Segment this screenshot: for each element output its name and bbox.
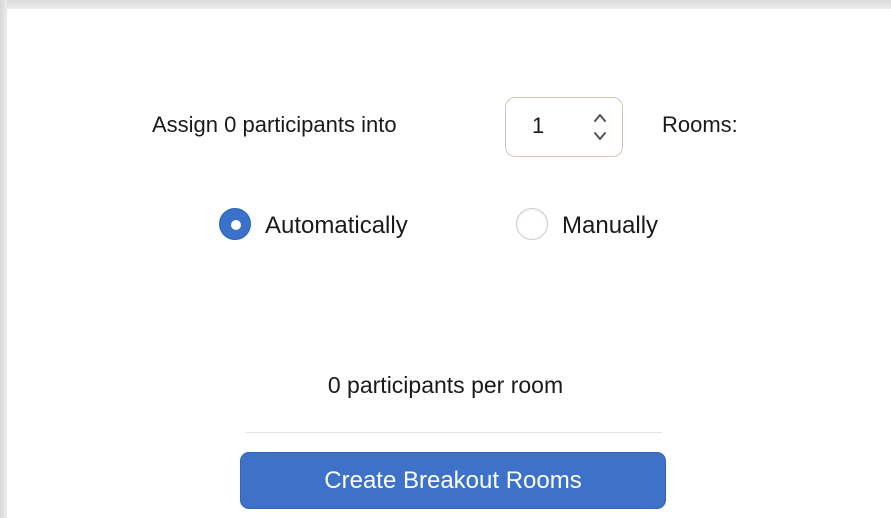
window-left-edge bbox=[0, 0, 7, 518]
breakout-rooms-dialog: Assign 0 participants into 1 Rooms: Auto… bbox=[0, 0, 891, 518]
radio-automatically-label[interactable]: Automatically bbox=[265, 212, 408, 240]
radio-unchecked-icon[interactable] bbox=[516, 208, 548, 240]
assign-row: Assign 0 participants into 1 Rooms: bbox=[0, 97, 891, 159]
assign-participants-label: Assign 0 participants into bbox=[152, 112, 397, 137]
radio-manually-label[interactable]: Manually bbox=[562, 212, 658, 240]
room-count-stepper[interactable]: 1 bbox=[505, 97, 623, 157]
participants-per-room-text: 0 participants per room bbox=[327, 372, 564, 398]
assignment-mode-radio-group: Automatically Manually bbox=[0, 202, 891, 246]
room-count-value[interactable]: 1 bbox=[532, 113, 544, 139]
stepper-arrows-icon[interactable] bbox=[592, 110, 608, 144]
window-top-edge bbox=[0, 0, 891, 9]
stepper-up-icon bbox=[594, 114, 606, 122]
dialog-panel bbox=[7, 9, 891, 518]
radio-checked-icon[interactable] bbox=[219, 208, 251, 240]
create-breakout-rooms-button[interactable]: Create Breakout Rooms bbox=[240, 452, 666, 509]
stepper-down-icon bbox=[594, 132, 606, 140]
rooms-label: Rooms: bbox=[662, 112, 738, 137]
divider bbox=[246, 432, 662, 433]
